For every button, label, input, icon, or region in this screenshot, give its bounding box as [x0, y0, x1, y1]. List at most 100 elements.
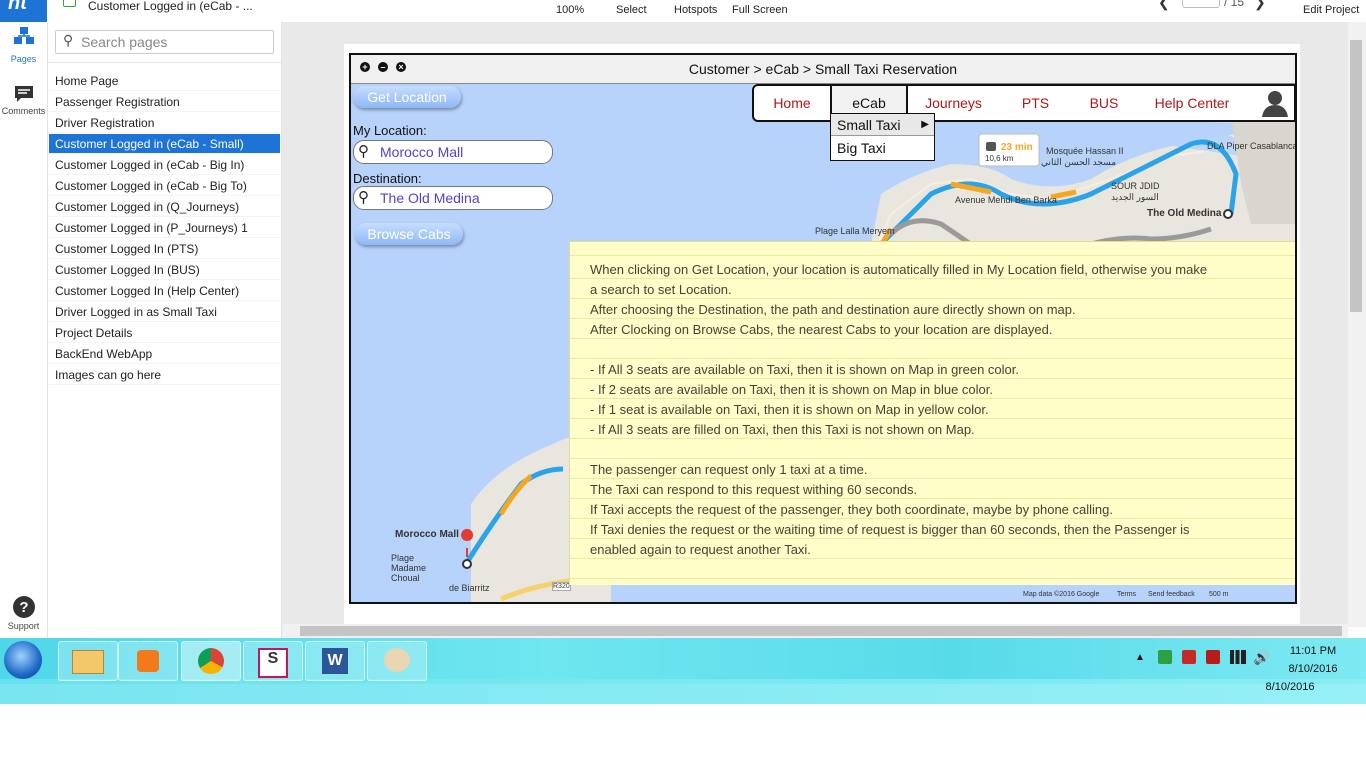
- file-explorer-icon[interactable]: [58, 641, 118, 681]
- nav-item-pts[interactable]: PTS: [1003, 86, 1068, 120]
- search-icon: ⚲: [63, 32, 74, 48]
- page-list-item[interactable]: Customer Logged In (Help Center): [49, 281, 280, 301]
- search-placeholder: Search pages: [81, 34, 168, 50]
- document-icon: [63, 0, 76, 7]
- page-list-item[interactable]: BackEnd WebApp: [49, 344, 280, 364]
- hotspots-tool-button[interactable]: Hotspots: [674, 4, 717, 16]
- page-count: / 15: [1224, 0, 1245, 9]
- page-list-item[interactable]: Passenger Registration: [49, 92, 280, 112]
- page-list-item[interactable]: Driver Logged in as Small Taxi: [49, 302, 280, 322]
- page-list-item[interactable]: Customer Logged in (eCab - Small): [49, 134, 280, 154]
- map-label-r320: R320: [552, 582, 571, 591]
- taskbar-echo: [0, 679, 1366, 704]
- window-title-bar: + – × Customer > eCab > Small Taxi Reser…: [351, 55, 1295, 84]
- comments-rail-label: Comments: [1, 106, 46, 116]
- horizontal-scroll-thumb[interactable]: [300, 626, 1342, 636]
- destination-value: The Old Medina: [380, 190, 480, 206]
- tray-sync-icon[interactable]: [1158, 650, 1172, 664]
- paint-icon[interactable]: [367, 641, 427, 681]
- my-location-value: Morocco Mall: [380, 144, 464, 160]
- get-location-button[interactable]: Get Location: [353, 86, 461, 108]
- slides-app-icon[interactable]: S: [243, 641, 303, 681]
- tray-date-echo: 8/10/2016: [1265, 681, 1315, 693]
- map-label-mosque-ar: مسجد الحسن الثاني: [1041, 157, 1117, 167]
- windows-start-icon[interactable]: [4, 641, 42, 679]
- note-line: enabled again to request another Taxi.: [590, 542, 811, 557]
- tray-battery-icon[interactable]: [1206, 650, 1220, 664]
- user-avatar-icon[interactable]: [1260, 89, 1290, 117]
- map-label-mosque: Mosquée Hassan II: [1046, 146, 1124, 156]
- page-list-item[interactable]: Project Details: [49, 323, 280, 343]
- nav-item-bus[interactable]: BUS: [1068, 86, 1140, 120]
- page-list-item[interactable]: Customer Logged in (Q_Journeys): [49, 197, 280, 217]
- map-label-old-medina: The Old Medina: [1147, 208, 1222, 219]
- note-line: - If 2 seats are available on Taxi, then…: [590, 382, 993, 397]
- search-pages-input[interactable]: ⚲ Search pages: [55, 30, 274, 54]
- app-logo[interactable]: nt: [0, 0, 47, 22]
- fullscreen-button[interactable]: Full Screen: [732, 4, 788, 16]
- zoom-level[interactable]: 100%: [556, 4, 584, 16]
- page-list-item[interactable]: Driver Registration: [49, 113, 280, 133]
- media-player-icon[interactable]: [118, 641, 178, 681]
- page-list-item[interactable]: Images can go here: [49, 365, 280, 385]
- note-line: - If 1 seat is available on Taxi, then i…: [590, 402, 989, 417]
- map-label-dla: DLA Piper Casablanca: [1207, 141, 1297, 151]
- vertical-scroll-thumb[interactable]: [1350, 40, 1362, 312]
- tray-time[interactable]: 11:01 PM: [1283, 645, 1343, 657]
- pages-rail-label: Pages: [10, 54, 37, 64]
- page-list-item[interactable]: Customer Logged in (eCab - Big In): [49, 155, 280, 175]
- prototype-window: + – × Customer > eCab > Small Taxi Reser…: [349, 53, 1297, 604]
- tray-date[interactable]: 8/10/2016: [1283, 663, 1343, 675]
- my-location-field[interactable]: ⚲ Morocco Mall: [353, 140, 553, 164]
- pages-rail-button[interactable]: Pages: [0, 26, 47, 64]
- divider: [48, 62, 281, 63]
- note-line: - If All 3 seats are filled on Taxi, the…: [590, 422, 975, 437]
- map-label-avenue: Avenue Mehdi Ben Barka: [955, 195, 1057, 205]
- page-list-item[interactable]: Customer Logged In (PTS): [49, 239, 280, 259]
- word-icon[interactable]: W: [305, 641, 365, 681]
- chevron-right-icon[interactable]: ❯: [1254, 0, 1266, 11]
- chevron-left-icon[interactable]: ❮: [1158, 0, 1170, 11]
- page-list-item[interactable]: Customer Logged in (P_Journeys) 1: [49, 218, 280, 238]
- map-feedback-link[interactable]: Send feedback: [1148, 591, 1195, 598]
- page-number-input[interactable]: [1182, 0, 1220, 8]
- pages-icon: [13, 27, 34, 44]
- comments-rail-button[interactable]: Comments: [0, 84, 47, 116]
- svg-text:?: ?: [19, 599, 28, 616]
- map-scale: 500 m: [1209, 591, 1229, 598]
- dropdown-item-small-taxi[interactable]: Small Taxi ▶: [831, 114, 934, 136]
- chrome-icon[interactable]: [181, 641, 241, 681]
- note-line: When clicking on Get Location, your loca…: [590, 262, 1208, 277]
- destination-field[interactable]: ⚲ The Old Medina: [353, 186, 553, 210]
- note-line: After choosing the Destination, the path…: [590, 302, 1076, 317]
- tray-signal-icon[interactable]: [1230, 650, 1246, 664]
- nav-item-home[interactable]: Home: [754, 86, 830, 120]
- tray-security-icon[interactable]: [1182, 650, 1196, 664]
- sticky-note: When clicking on Get Location, your loca…: [569, 241, 1295, 585]
- page-list-item[interactable]: Customer Logged in (eCab - Big To): [49, 176, 280, 196]
- dropdown-item-big-taxi[interactable]: Big Taxi: [831, 137, 934, 159]
- browse-cabs-button[interactable]: Browse Cabs: [355, 223, 463, 245]
- map-attribution: Map data ©2016 Google: [1023, 591, 1100, 598]
- map-label-sour-ar: السور الجديد: [1111, 192, 1159, 202]
- map-label-sour: SOUR JDID: [1111, 181, 1160, 191]
- nav-item-help-center[interactable]: Help Center: [1140, 86, 1244, 120]
- triangle-right-icon: ▶: [921, 119, 929, 130]
- select-tool-button[interactable]: Select: [616, 4, 647, 16]
- support-rail-button[interactable]: ? Support: [0, 595, 47, 631]
- dropdown-item-label: Small Taxi: [837, 117, 901, 133]
- page-list-item[interactable]: Home Page: [49, 71, 280, 91]
- tray-chevron-up-icon[interactable]: ▲: [1135, 652, 1145, 663]
- search-icon: ⚲: [358, 143, 369, 160]
- map-label-morocco-mall: Morocco Mall: [395, 529, 459, 540]
- tray-volume-icon[interactable]: 🔊: [1253, 649, 1270, 666]
- my-location-label: My Location:: [353, 123, 427, 138]
- support-rail-label: Support: [7, 621, 40, 631]
- edit-project-button[interactable]: Edit Project: [1303, 4, 1359, 16]
- ecab-dropdown: Small Taxi ▶ Big Taxi: [830, 113, 935, 161]
- map-terms-link[interactable]: Terms: [1117, 591, 1136, 598]
- page-list-item[interactable]: Customer Logged In (BUS): [49, 260, 280, 280]
- map-label-plage-madame: Plage Madame Choual: [391, 553, 427, 583]
- search-icon: ⚲: [358, 189, 369, 206]
- note-line: After Clocking on Browse Cabs, the neare…: [590, 322, 1053, 337]
